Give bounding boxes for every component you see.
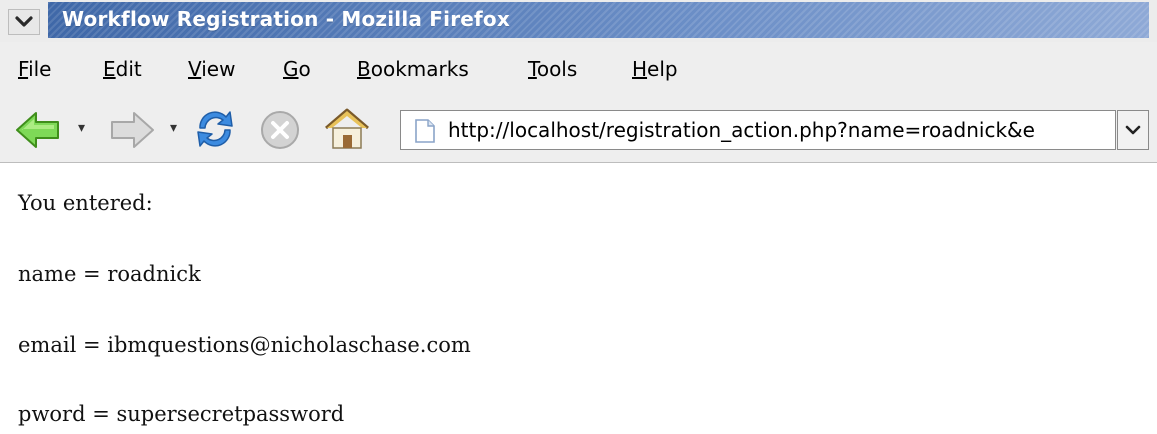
chevron-down-icon	[1125, 125, 1141, 135]
menu-help-label: elp	[647, 57, 678, 81]
back-arrow-icon[interactable]	[14, 110, 62, 150]
window-menu-button[interactable]	[8, 9, 40, 35]
chevron-down-icon	[15, 16, 33, 27]
result-line-name: name = roadnick	[18, 262, 201, 286]
page-document-icon	[415, 119, 435, 143]
home-icon[interactable]	[322, 106, 372, 152]
menu-view[interactable]: View	[188, 57, 235, 81]
menu-help-accel: H	[632, 57, 648, 81]
window-titlebar: Workflow Registration - Mozilla Firefox	[0, 0, 1157, 42]
menu-bar: File Edit View Go Bookmarks Tools Help	[0, 42, 1157, 98]
menu-tools-accel: T	[528, 57, 537, 81]
menu-edit-label: dit	[115, 57, 142, 81]
menu-file[interactable]: File	[18, 57, 51, 81]
forward-history-dropdown[interactable]: ▾	[170, 120, 177, 136]
menu-tools-label: ools	[536, 57, 578, 81]
url-dropdown-button[interactable]	[1117, 110, 1149, 150]
url-bar[interactable]: http://localhost/registration_action.php…	[400, 110, 1116, 150]
result-line-pword: pword = supersecretpassword	[18, 402, 345, 426]
title-strip: Workflow Registration - Mozilla Firefox	[48, 2, 1149, 38]
navigation-toolbar: ▾ ▾ http://localhost/registration_action…	[0, 98, 1157, 163]
reload-icon[interactable]	[192, 106, 238, 152]
stop-icon[interactable]	[258, 108, 302, 152]
menu-view-accel: V	[188, 57, 202, 81]
menu-go-label: o	[298, 57, 311, 81]
url-text: http://localhost/registration_action.php…	[448, 118, 1035, 142]
menu-tools[interactable]: Tools	[528, 57, 577, 81]
menu-file-accel: F	[18, 57, 29, 81]
menu-go-accel: G	[283, 57, 299, 81]
menu-edit-accel: E	[103, 57, 116, 81]
result-line-email: email = ibmquestions@nicholaschase.com	[18, 333, 471, 357]
menu-bookmarks-accel: B	[357, 57, 371, 81]
menu-file-label: ile	[28, 57, 52, 81]
forward-arrow-icon[interactable]	[108, 110, 156, 150]
menu-help[interactable]: Help	[632, 57, 678, 81]
window-title: Workflow Registration - Mozilla Firefox	[62, 7, 510, 31]
menu-bookmarks-label: ookmarks	[370, 57, 469, 81]
back-history-dropdown[interactable]: ▾	[78, 120, 85, 136]
menu-go[interactable]: Go	[283, 57, 311, 81]
result-heading: You entered:	[18, 191, 153, 215]
menu-bookmarks[interactable]: Bookmarks	[357, 57, 469, 81]
menu-edit[interactable]: Edit	[103, 57, 142, 81]
menu-view-label: iew	[201, 57, 236, 81]
